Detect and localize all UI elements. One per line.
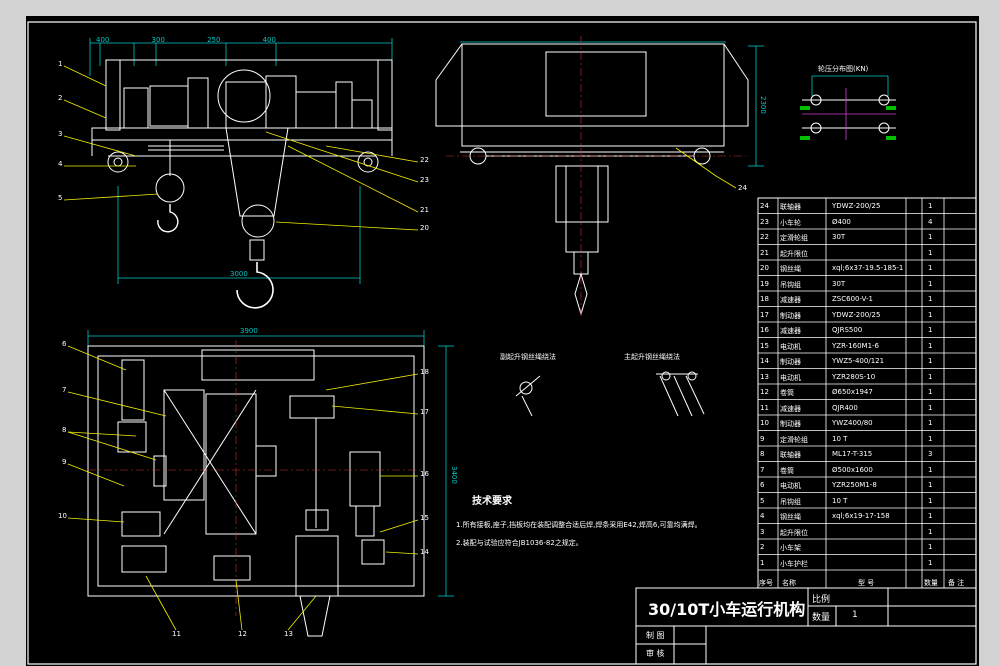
title-block	[635, 587, 977, 665]
plan-view	[67, 330, 454, 637]
side-elevation-view	[63, 38, 419, 309]
parts-table	[757, 197, 977, 589]
wheel-pressure-diagram	[800, 75, 896, 140]
end-elevation-view	[435, 36, 764, 316]
drawing-sheet: 400 300 250 400 3000 3900 3400 2300 1 2 …	[26, 16, 979, 666]
rope-reeving-sketches	[515, 371, 705, 417]
drawing-border	[27, 21, 977, 665]
cad-drawing	[27, 21, 977, 665]
